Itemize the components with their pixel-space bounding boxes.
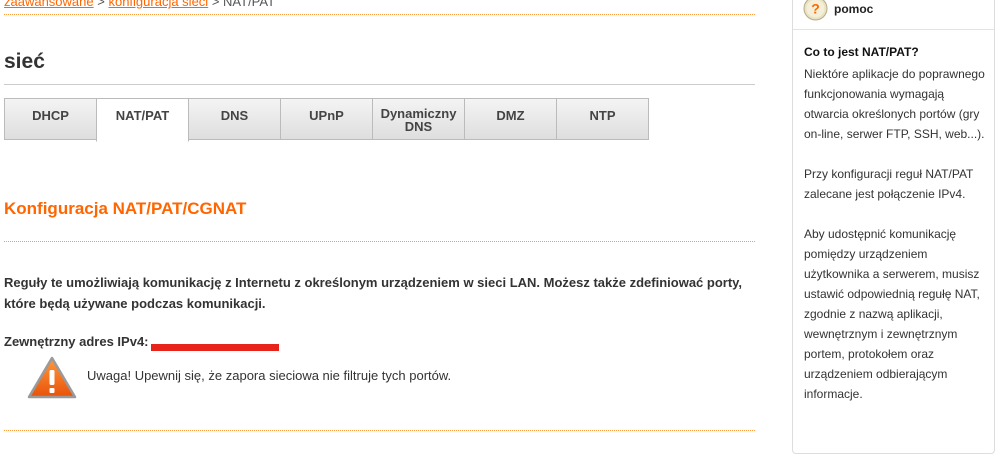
- page-title: sieć: [4, 50, 45, 73]
- help-paragraph: Aby udostępnić komunikację pomiędzy urzą…: [804, 227, 980, 401]
- tab-label: NTP: [589, 108, 616, 123]
- divider: [4, 84, 755, 85]
- divider: [4, 430, 755, 431]
- tab-label: NAT/PAT: [115, 108, 170, 123]
- tab-dns[interactable]: DNS: [188, 98, 281, 140]
- tab-upnp[interactable]: UPnP: [280, 98, 373, 140]
- help-text: Niektóre aplikacje do poprawnego funkcjo…: [804, 64, 990, 424]
- breadcrumb-link-advanced[interactable]: zaawansowane: [4, 0, 94, 9]
- breadcrumb-current: NAT/PAT: [223, 0, 276, 9]
- help-panel: ? pomoc Co to jest NAT/PAT? Niektóre apl…: [792, 0, 995, 454]
- warning-text: Uwaga! Upewnij się, że zapora sieciowa n…: [87, 368, 452, 383]
- breadcrumb: zaawansowane > konfiguracja sieci > NAT/…: [4, 0, 275, 9]
- help-header: ? pomoc: [803, 0, 873, 21]
- breadcrumb-separator: >: [211, 0, 220, 9]
- help-title: Co to jest NAT/PAT?: [804, 45, 919, 59]
- tab-label: UPnP: [309, 108, 344, 123]
- tab-nat-pat[interactable]: NAT/PAT: [96, 98, 189, 142]
- tab-label: DNS: [220, 108, 249, 123]
- tab-dmz[interactable]: DMZ: [464, 98, 557, 140]
- tab-dynamic-dns[interactable]: Dynamiczny DNS: [372, 98, 465, 140]
- tab-label: DHCP: [32, 108, 69, 123]
- help-paragraph: Przy konfiguracji reguł NAT/PAT zalecane…: [804, 167, 974, 201]
- ipv4-row: Zewnętrzny adres IPv4:: [4, 334, 279, 351]
- divider: [793, 29, 994, 30]
- question-mark-icon: ?: [803, 0, 828, 21]
- tab-bar: DHCP NAT/PAT DNS UPnP Dynamiczny DNS DMZ…: [4, 98, 649, 142]
- svg-text:?: ?: [811, 1, 820, 17]
- breadcrumb-separator: >: [97, 0, 105, 9]
- section-description: Reguły te umożliwiają komunikację z Inte…: [4, 275, 743, 311]
- breadcrumb-link-network-config[interactable]: konfiguracja sieci: [108, 0, 208, 9]
- tab-dhcp[interactable]: DHCP: [4, 98, 97, 140]
- tab-label: DMZ: [496, 108, 525, 123]
- warning-triangle-icon: [27, 356, 77, 399]
- tab-ntp[interactable]: NTP: [556, 98, 649, 140]
- warning-box: Uwaga! Upewnij się, że zapora sieciowa n…: [27, 356, 451, 400]
- help-paragraph: Niektóre aplikacje do poprawnego funkcjo…: [804, 67, 985, 141]
- help-label: pomoc: [834, 1, 874, 16]
- redaction-bar: [150, 343, 279, 351]
- divider: [4, 241, 755, 242]
- divider: [4, 14, 755, 15]
- ipv4-label: Zewnętrzny adres IPv4:: [4, 334, 149, 349]
- section-title: Konfiguracja NAT/PAT/CGNAT: [4, 199, 247, 218]
- tab-label: Dynamiczny DNS: [380, 106, 457, 134]
- main-content: zaawansowane > konfiguracja sieci > NAT/…: [0, 0, 755, 456]
